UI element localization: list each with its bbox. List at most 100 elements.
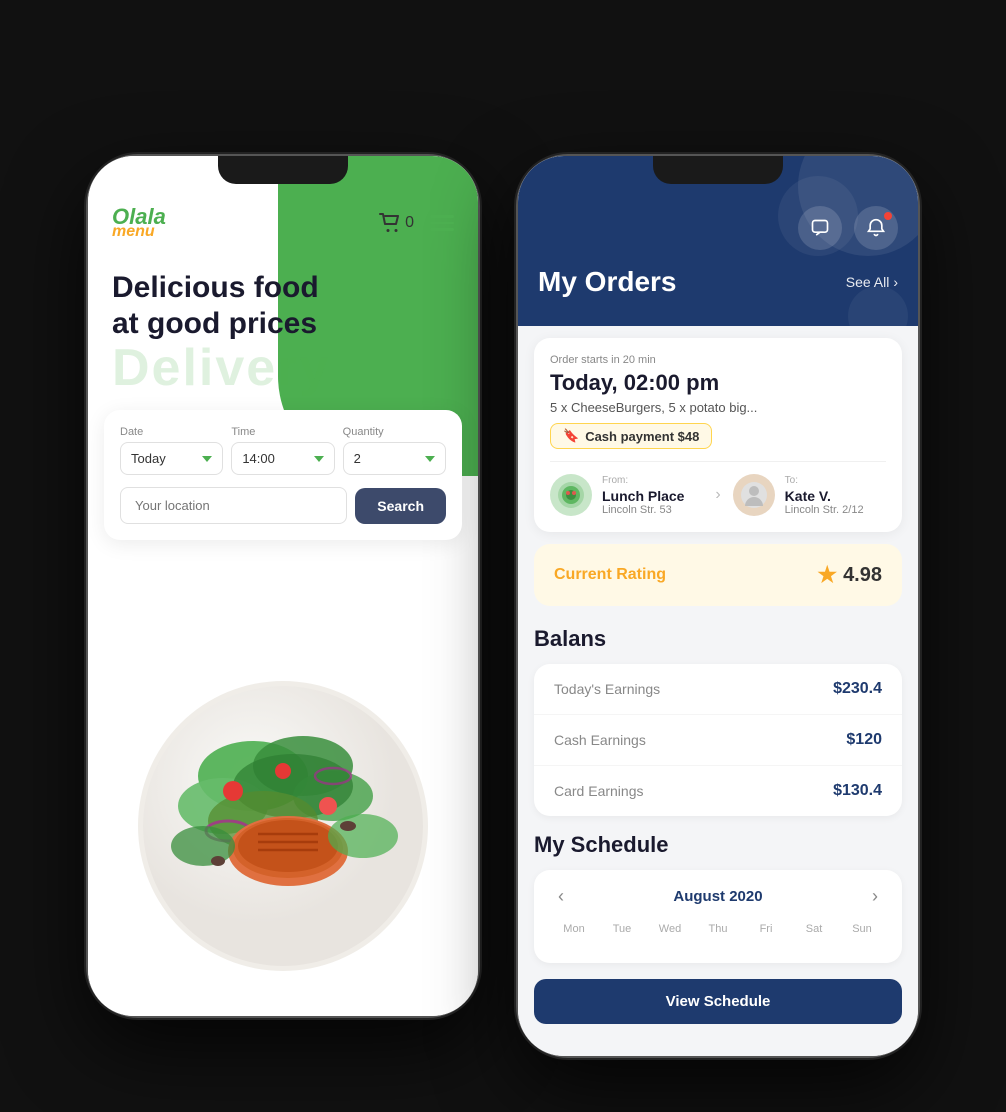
qty-field: Quantity 2 <box>343 426 446 475</box>
my-orders-title: My Orders <box>538 266 677 298</box>
cash-earnings-label: Cash Earnings <box>554 732 646 748</box>
balance-row-today: Today's Earnings $230.4 <box>534 664 902 715</box>
to-address: Lincoln Str. 2/12 <box>785 504 864 516</box>
day-sun: Sun <box>838 919 886 939</box>
header-right: 0 <box>379 213 454 233</box>
date-select[interactable]: Today <box>120 442 223 475</box>
phones-container: Olala menu 0 <box>0 0 1006 1112</box>
cash-earnings-value: $120 <box>846 731 882 749</box>
notch2 <box>653 156 783 184</box>
from-name: Lunch Place <box>602 488 684 504</box>
chat-icon <box>810 218 830 238</box>
cart-area[interactable]: 0 <box>379 213 414 233</box>
notification-button[interactable] <box>854 206 898 250</box>
rating-card: Current Rating ★ 4.98 <box>534 544 902 606</box>
calendar-prev-button[interactable]: ‹ <box>550 886 572 907</box>
location-row: Search <box>120 487 446 524</box>
hamburger-line2 <box>430 222 454 225</box>
qty-dropdown-arrow <box>425 456 435 462</box>
hamburger-line3 <box>430 228 454 231</box>
food-plate-svg <box>133 676 433 976</box>
see-all-link[interactable]: See All › <box>846 274 898 290</box>
time-label: Time <box>231 426 334 438</box>
day-mon: Mon <box>550 919 598 939</box>
calendar-header: ‹ August 2020 › <box>550 886 886 907</box>
hamburger-menu[interactable] <box>430 215 454 231</box>
day-thu: Thu <box>694 919 742 939</box>
date-dropdown-arrow <box>202 456 212 462</box>
time-value: 14:00 <box>242 451 275 466</box>
booking-form: Date Today Time 14:00 <box>104 410 462 540</box>
from-avatar <box>550 474 592 516</box>
payment-text: Cash payment $48 <box>585 429 699 444</box>
today-earnings-value: $230.4 <box>833 680 882 698</box>
app-logo: Olala menu <box>112 206 166 240</box>
action-button[interactable]: View Schedule <box>534 979 902 1024</box>
schedule-title: My Schedule <box>518 824 918 862</box>
card-earnings-value: $130.4 <box>833 782 882 800</box>
balance-row-card: Card Earnings $130.4 <box>534 766 902 816</box>
day-tue: Tue <box>598 919 646 939</box>
time-field: Time 14:00 <box>231 426 334 475</box>
order-time: Today, 02:00 pm <box>550 370 886 396</box>
from-to-row: From: Lunch Place Lincoln Str. 53 › <box>550 474 886 516</box>
rating-value-area: ★ 4.98 <box>817 562 882 588</box>
to-info: To: Kate V. Lincoln Str. 2/12 <box>785 475 864 516</box>
from-address: Lincoln Str. 53 <box>602 504 684 516</box>
from-block: From: Lunch Place Lincoln Str. 53 <box>550 474 703 516</box>
to-avatar <box>733 474 775 516</box>
balance-title: Balans <box>518 618 918 656</box>
logo-sub: menu <box>112 224 166 240</box>
date-label: Date <box>120 426 223 438</box>
see-all-chevron: › <box>893 274 898 290</box>
to-name: Kate V. <box>785 488 864 504</box>
hamburger-line1 <box>430 215 454 218</box>
hero-section: Delicious food at good prices Delivery <box>88 240 478 398</box>
rating-number: 4.98 <box>843 564 882 587</box>
calendar-days-header: Mon Tue Wed Thu Fri Sat Sun <box>550 919 886 939</box>
phone2-content: My Orders See All › Order starts in 20 m… <box>518 156 918 1056</box>
calendar-next-button[interactable]: › <box>864 886 886 907</box>
calendar-month: August 2020 <box>673 888 762 905</box>
qty-select[interactable]: 2 <box>343 442 446 475</box>
hero-title: Delicious food at good prices <box>112 270 332 342</box>
balance-row-cash: Cash Earnings $120 <box>534 715 902 766</box>
to-label: To: <box>785 475 864 486</box>
notch1 <box>218 156 348 184</box>
payment-badge: 🔖 Cash payment $48 <box>550 423 712 449</box>
from-label: From: <box>602 475 684 486</box>
schedule-card: ‹ August 2020 › Mon Tue Wed Thu Fri Sat … <box>534 870 902 963</box>
order-items: 5 x CheeseBurgers, 5 x potato big... <box>550 400 886 415</box>
header-icons-row <box>538 206 898 250</box>
rating-label: Current Rating <box>554 566 666 584</box>
day-sat: Sat <box>790 919 838 939</box>
card-divider <box>550 461 886 462</box>
to-block: To: Kate V. Lincoln Str. 2/12 <box>733 474 886 516</box>
delivery-watermark: Delivery <box>112 338 454 398</box>
food-avatar-icon <box>556 480 586 510</box>
order-card: Order starts in 20 min Today, 02:00 pm 5… <box>534 338 902 532</box>
location-input[interactable] <box>120 487 347 524</box>
form-row-date-time-qty: Date Today Time 14:00 <box>120 426 446 475</box>
phone1-screen: Olala menu 0 <box>88 156 478 1016</box>
today-earnings-label: Today's Earnings <box>554 681 660 697</box>
time-select[interactable]: 14:00 <box>231 442 334 475</box>
notification-dot <box>884 212 892 220</box>
qty-label: Quantity <box>343 426 446 438</box>
phone1-frame: Olala menu 0 <box>88 156 478 1016</box>
search-button[interactable]: Search <box>355 488 446 524</box>
balance-card: Today's Earnings $230.4 Cash Earnings $1… <box>534 664 902 816</box>
see-all-label: See All <box>846 274 890 290</box>
day-fri: Fri <box>742 919 790 939</box>
arrow-divider: › <box>715 486 720 504</box>
time-dropdown-arrow <box>314 456 324 462</box>
chat-button[interactable] <box>798 206 842 250</box>
bell-icon <box>866 218 886 238</box>
order-starts-text: Order starts in 20 min <box>550 354 886 366</box>
bookmark-icon: 🔖 <box>563 428 579 444</box>
star-icon: ★ <box>817 562 837 588</box>
cart-count: 0 <box>405 214 414 232</box>
card-earnings-label: Card Earnings <box>554 783 644 799</box>
date-value: Today <box>131 451 166 466</box>
phone1-content: Olala menu 0 <box>88 156 478 1016</box>
